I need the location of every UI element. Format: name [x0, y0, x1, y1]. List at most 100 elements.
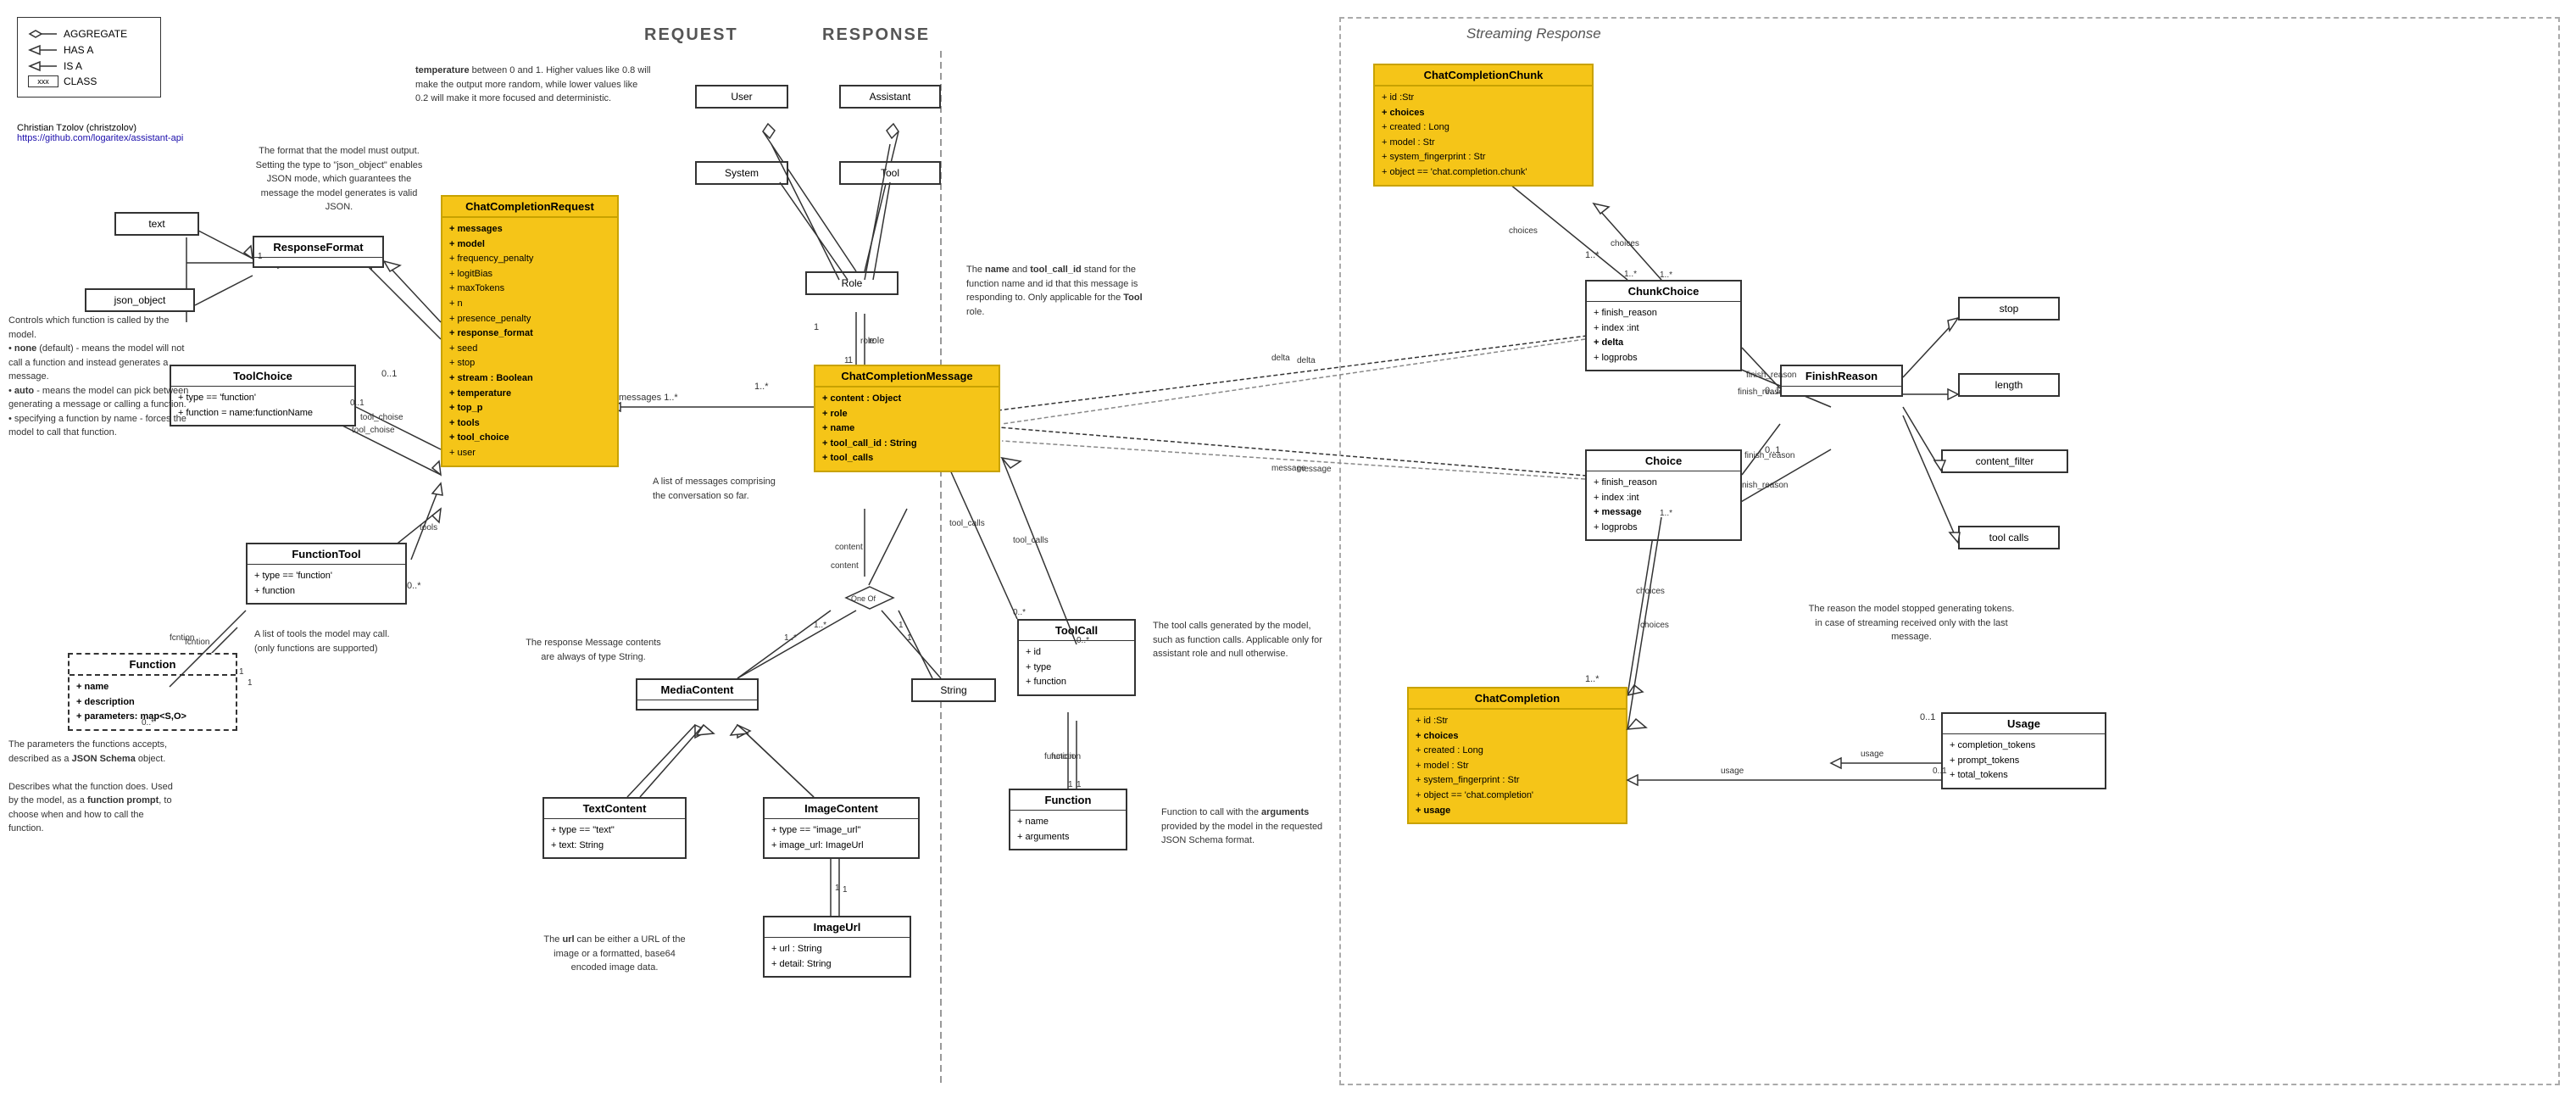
class-function-tool-header: FunctionTool [248, 544, 405, 565]
class-response-format: ResponseFormat [253, 236, 384, 268]
stop-box: stop [1958, 297, 2060, 321]
field-req-messages: + messages [449, 222, 610, 237]
class-text-content: TextContent + type == "text" + text: Str… [542, 797, 687, 859]
label-1-role: 1 [814, 322, 819, 332]
tool-box: Tool [839, 161, 941, 185]
field-chunk-created: + created : Long [1382, 120, 1585, 136]
annotation-finish-reason: The reason the model stopped generating … [1805, 602, 2017, 644]
streaming-label: Streaming Response [1466, 25, 1601, 42]
class-media-content-body [637, 700, 757, 709]
class-response-format-header: ResponseFormat [254, 237, 382, 258]
label-chunk-choices-mult: 1..* [1585, 250, 1600, 260]
field-req-resp-fmt: + response_format [449, 326, 610, 342]
class-chat-completion-request-header: ChatCompletionRequest [442, 197, 617, 218]
class-chat-completion-header: ChatCompletion [1409, 689, 1626, 710]
tool-calls-enum-box: tool calls [1958, 526, 2060, 549]
legend-is-a: IS A [28, 59, 150, 73]
svg-text:function: function [1051, 752, 1081, 761]
svg-text:1: 1 [843, 885, 848, 895]
field-usage-completion: + completion_tokens [1950, 739, 2098, 754]
label-comp-choices-mult: 1..* [1585, 674, 1600, 684]
one-of-diamond: One Of [844, 585, 887, 610]
svg-text:message: message [1271, 464, 1306, 473]
field-chunk-id: + id :Str [1382, 91, 1585, 106]
class-usage-header: Usage [1943, 714, 2105, 734]
svg-text:1: 1 [835, 884, 840, 893]
svg-text:delta: delta [1271, 354, 1290, 363]
label-func-tool-mult: 0..* [407, 581, 421, 591]
class-image-url-header: ImageUrl [765, 917, 910, 938]
field-type-function: + type == 'function' [178, 391, 348, 406]
label-messages-multiplicity: 1..* [754, 382, 769, 392]
field-msg-content: + content : Object [822, 392, 992, 407]
field-comp-sysfingerprint: + system_fingerprint : Str [1416, 773, 1619, 789]
field-req-seed: + seed [449, 342, 610, 357]
annotation-name-tool-call-id: The name and tool_call_id stand for the … [966, 263, 1144, 319]
field-tc-type: + type == "text" [551, 823, 678, 839]
legend-aggregate: AGGREGATE [28, 27, 150, 41]
svg-text:tool_calls: tool_calls [1013, 536, 1049, 545]
class-choice-body: + finish_reason + index :int + message +… [1587, 471, 1740, 539]
svg-text:delta: delta [1297, 356, 1316, 365]
class-function-req-body: + name + description + parameters: map<S… [70, 676, 236, 729]
request-label: REQUEST [644, 25, 738, 45]
system-box: System [695, 161, 788, 185]
svg-text:1: 1 [899, 621, 904, 630]
field-req-freq: + frequency_penalty [449, 252, 610, 267]
class-text-content-header: TextContent [544, 799, 685, 819]
field-iu-detail: + detail: String [771, 957, 903, 973]
user-box: User [695, 85, 788, 109]
class-response-format-body [254, 258, 382, 266]
class-function-res-body: + name + arguments [1010, 811, 1126, 849]
class-tool-choice-header: ToolChoice [171, 366, 354, 387]
annotation-function-params: The parameters the functions accepts, de… [8, 738, 178, 836]
svg-text:0..*: 0..* [1013, 608, 1026, 617]
class-chat-completion-chunk-header: ChatCompletionChunk [1375, 65, 1592, 86]
field-ft-function: + function [254, 584, 398, 599]
field-c-logprobs: + logprobs [1594, 521, 1733, 536]
field-req-maxtok: + maxTokens [449, 282, 610, 297]
svg-text:1..*: 1..* [814, 621, 826, 630]
field-comp-created: + created : Long [1416, 744, 1619, 759]
class-tool-call-header: ToolCall [1019, 621, 1134, 641]
annotation-response-contents: The response Message contents are always… [526, 636, 661, 664]
label-usage-mult: 0..1 [1920, 712, 1935, 722]
field-req-tools: + tools [449, 416, 610, 432]
annotation-tool-choice: Controls which function is called by the… [8, 314, 195, 440]
field-fr-args: + arguments [1017, 830, 1119, 845]
field-msg-tool-calls: + tool_calls [822, 451, 992, 466]
svg-text:fcntion: fcntion [185, 638, 209, 647]
field-req-temp: + temperature [449, 387, 610, 402]
svg-text:messages 1..*: messages 1..* [619, 393, 678, 403]
class-chat-completion-body: + id :Str + choices + created : Long + m… [1409, 710, 1626, 822]
field-req-user: + user [449, 446, 610, 461]
field-usage-prompt: + prompt_tokens [1950, 754, 2098, 769]
author-github-link[interactable]: https://github.com/logaritex/assistant-a… [17, 133, 183, 143]
class-usage-body: + completion_tokens + prompt_tokens + to… [1943, 734, 2105, 788]
annotation-temperature: temperature between 0 and 1. Higher valu… [415, 64, 653, 106]
class-function-tool-body: + type == 'function' + function [248, 565, 405, 603]
legend-has-a: HAS A [28, 43, 150, 57]
class-tool-call: ToolCall + id + type + function [1017, 619, 1136, 696]
svg-text:message: message [1297, 465, 1332, 474]
class-choice-header: Choice [1587, 451, 1740, 471]
field-comp-usage: + usage [1416, 804, 1619, 819]
response-label: RESPONSE [822, 25, 930, 45]
field-comp-object: + object == 'chat.completion' [1416, 789, 1619, 804]
class-function-tool: FunctionTool + type == 'function' + func… [246, 543, 407, 605]
svg-text:tool_choise: tool_choise [352, 426, 395, 435]
svg-text:tools: tools [420, 523, 437, 532]
field-req-tool-choice: + tool_choice [449, 431, 610, 446]
class-chunk-choice: ChunkChoice + finish_reason + index :int… [1585, 280, 1742, 371]
svg-text:One Of: One Of [851, 594, 876, 603]
field-cc-finish: + finish_reason [1594, 306, 1733, 321]
field-usage-total: + total_tokens [1950, 768, 2098, 783]
svg-text:content: content [835, 543, 863, 552]
svg-text:function: function [1044, 752, 1074, 761]
role-box: Role [805, 271, 899, 295]
label-tool-choice-mult: 0..1 [381, 369, 397, 379]
field-fn-name: + name [76, 680, 229, 695]
field-fr-name: + name [1017, 815, 1119, 830]
class-chat-completion-chunk: ChatCompletionChunk + id :Str + choices … [1373, 64, 1594, 187]
class-chunk-choice-body: + finish_reason + index :int + delta + l… [1587, 302, 1740, 370]
